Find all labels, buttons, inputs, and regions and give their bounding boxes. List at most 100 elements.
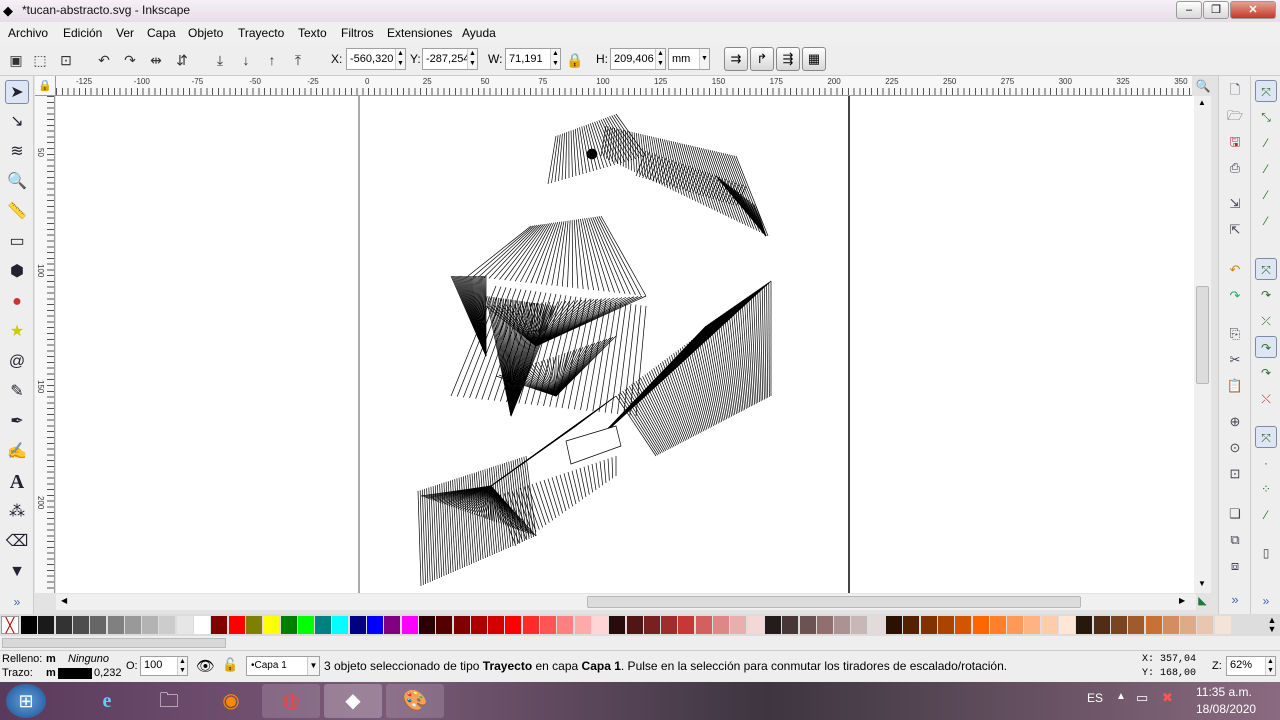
palette-scroll-arrows-icon[interactable]: ▲ ▼	[1266, 616, 1278, 634]
palette-scroll-thumb[interactable]	[2, 638, 226, 648]
unit-dropdown-icon[interactable]: ▼	[699, 49, 709, 69]
zoom-spin-arrows-icon[interactable]: ▲ ▼	[1265, 657, 1275, 675]
3d-box-tool-icon[interactable]: ⬢	[5, 260, 29, 284]
palette-swatch[interactable]	[972, 616, 989, 634]
palette-swatch[interactable]	[124, 616, 141, 634]
palette-swatch[interactable]	[920, 616, 937, 634]
palette-swatch[interactable]	[505, 616, 522, 634]
palette-swatch[interactable]	[903, 616, 920, 634]
palette-swatch[interactable]	[764, 616, 781, 634]
palette-swatch[interactable]	[886, 616, 902, 634]
inkscape-taskbar-icon[interactable]: ◆	[324, 684, 382, 718]
print-icon[interactable]: ⎙	[1225, 158, 1245, 178]
file-explorer-icon[interactable]: 🗀	[140, 684, 198, 718]
layer-dropdown-icon[interactable]: ▼	[307, 657, 319, 675]
palette-swatch[interactable]	[868, 616, 885, 634]
star-tool-icon[interactable]: ★	[5, 320, 29, 344]
palette-swatch[interactable]	[955, 616, 972, 634]
paint-icon[interactable]: 🎨	[386, 684, 444, 718]
snap-paths-icon[interactable]: ↷	[1255, 284, 1277, 306]
zoom-magnifier-icon[interactable]: 🔍	[1194, 76, 1212, 96]
palette-swatch[interactable]	[626, 616, 643, 634]
horizontal-scroll-thumb[interactable]	[587, 596, 1081, 608]
snap-nodes-icon[interactable]: ⤧	[1255, 258, 1277, 280]
snap-object-centers-icon[interactable]: ·	[1255, 452, 1277, 474]
maximize-button[interactable]: ❐	[1203, 1, 1229, 19]
palette-swatch[interactable]	[159, 616, 176, 634]
save-icon[interactable]: 🖫	[1225, 132, 1245, 152]
palette-swatch[interactable]	[1197, 616, 1214, 634]
export-icon[interactable]: ⇱	[1225, 220, 1245, 240]
palette-swatch[interactable]	[591, 616, 608, 634]
snap-smooth-nodes-icon[interactable]: ↷	[1255, 362, 1277, 384]
palette-swatch[interactable]	[522, 616, 539, 634]
menu-objeto[interactable]: Objeto	[188, 26, 223, 40]
palette-swatch[interactable]	[349, 616, 366, 634]
text-tool-icon[interactable]: A	[5, 470, 29, 494]
snap-midpoints-icon[interactable]: ⤬	[1255, 388, 1277, 410]
palette-swatch[interactable]	[1076, 616, 1093, 634]
clock-time[interactable]: 11:35 a.m.	[1196, 685, 1252, 699]
snap-text-baseline-icon[interactable]: ⁄	[1255, 504, 1277, 526]
calligraphy-tool-icon[interactable]: ✍	[5, 440, 29, 464]
menu-capa[interactable]: Capa	[147, 26, 176, 40]
node-tool-icon[interactable]: ↘	[5, 110, 29, 134]
clone-icon[interactable]: ⧉	[1225, 530, 1245, 550]
vertical-scrollbar[interactable]: ▲ ▼	[1194, 96, 1211, 593]
zoom-drawing-icon[interactable]: ⊙	[1225, 438, 1245, 458]
palette-swatch[interactable]	[1024, 616, 1041, 634]
palette-swatch[interactable]	[55, 616, 72, 634]
palette-swatch[interactable]	[1180, 616, 1197, 634]
undo-icon[interactable]: ↶	[1225, 260, 1245, 280]
palette-swatch[interactable]	[176, 616, 193, 634]
palette-swatch[interactable]	[747, 616, 764, 634]
palette-swatch[interactable]	[332, 616, 349, 634]
network-icon[interactable]: ▭	[1136, 690, 1148, 706]
scroll-left-icon[interactable]: ◀	[61, 596, 67, 605]
antivirus-icon[interactable]: ✖	[1162, 690, 1173, 706]
unit-select[interactable]: mm ▼	[668, 48, 710, 70]
palette-swatch[interactable]	[418, 616, 435, 634]
tweak-tool-icon[interactable]: ≋	[5, 140, 29, 164]
commands-more-icon[interactable]: »	[1225, 590, 1245, 610]
palette-swatch[interactable]	[21, 616, 37, 634]
fill-value[interactable]: Ninguno	[68, 653, 109, 665]
spray-tool-icon[interactable]: ⁂	[5, 500, 29, 524]
palette-swatch[interactable]	[989, 616, 1006, 634]
duplicate-icon[interactable]: ❏	[1225, 504, 1245, 524]
unlink-clone-icon[interactable]: ⧈	[1225, 556, 1245, 576]
menu-texto[interactable]: Texto	[298, 26, 327, 40]
menu-filtros[interactable]: Filtros	[341, 26, 374, 40]
w-spin-arrows-icon[interactable]: ▲ ▼	[550, 49, 560, 69]
flip-horizontal-icon[interactable]: ⇹	[146, 50, 166, 70]
cut-icon[interactable]: ✂	[1225, 350, 1245, 370]
canvas[interactable]	[56, 96, 1194, 593]
palette-swatch[interactable]	[436, 616, 453, 634]
y-field[interactable]: -287,254 ▲ ▼	[422, 48, 478, 70]
h-spin-arrows-icon[interactable]: ▲ ▼	[655, 49, 665, 69]
palette-swatch[interactable]	[609, 616, 626, 634]
lock-proportions-icon[interactable]: 🔒	[565, 50, 585, 70]
language-indicator[interactable]: ES	[1087, 691, 1103, 705]
palette-swatch[interactable]	[367, 616, 383, 634]
x-field[interactable]: -560,320 ▲ ▼	[346, 48, 406, 70]
palette-swatch[interactable]	[1059, 616, 1075, 634]
ellipse-tool-icon[interactable]: ●	[5, 290, 29, 314]
palette-swatch[interactable]	[851, 616, 868, 634]
toucan-artwork[interactable]	[417, 113, 772, 587]
menu-archivo[interactable]: Archivo	[8, 26, 48, 40]
color-managed-icon[interactable]: ◣	[1194, 594, 1211, 610]
layer-lock-icon[interactable]: 🔓	[222, 657, 238, 673]
palette-swatch[interactable]	[297, 616, 314, 634]
close-button[interactable]: ✕	[1230, 1, 1276, 19]
move-patterns-toggle[interactable]: ▦	[802, 47, 826, 71]
lock-guides-icon[interactable]: 🔒	[35, 76, 56, 96]
pen-tool-icon[interactable]: ✒	[5, 410, 29, 434]
palette-swatch[interactable]	[1110, 616, 1127, 634]
palette-swatch[interactable]	[488, 616, 505, 634]
toolbox-more-icon[interactable]: »	[5, 590, 29, 614]
internet-explorer-icon[interactable]: e	[78, 684, 136, 718]
snap-bbox-icon[interactable]: ⤡	[1255, 106, 1277, 128]
pencil-tool-icon[interactable]: ✎	[5, 380, 29, 404]
menu-edicion[interactable]: Edición	[63, 26, 102, 40]
